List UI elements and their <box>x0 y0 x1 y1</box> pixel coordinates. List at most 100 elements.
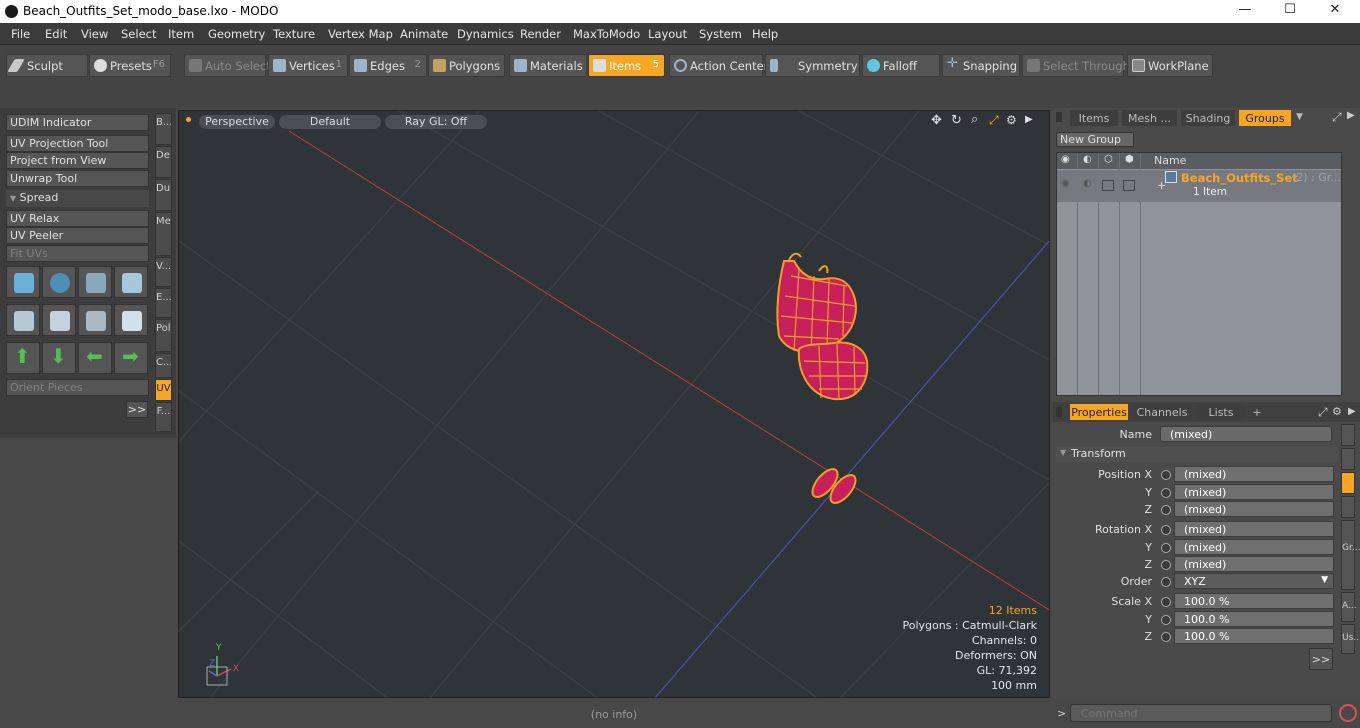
row-eye-icon[interactable]: ◉ <box>1061 178 1070 189</box>
minimize-button[interactable]: — <box>1230 2 1260 21</box>
side-tab-1[interactable] <box>1341 424 1355 446</box>
expand-arrow-icon[interactable]: ▶ <box>1025 114 1033 125</box>
menu-layout[interactable]: Layout <box>648 27 687 41</box>
uv-relax-button[interactable]: UV Relax <box>6 210 149 227</box>
align-left-button[interactable]: ⬅ <box>78 342 112 374</box>
snapping-button[interactable]: ✛ Snapping <box>942 54 1020 77</box>
group-name[interactable]: Beach_Outfits_Set <box>1181 171 1298 185</box>
tab-channels[interactable]: Channels <box>1132 404 1192 420</box>
tab-basic[interactable]: B... <box>155 113 172 145</box>
order-keyframe-dot[interactable] <box>1161 577 1171 587</box>
3d-viewport[interactable]: Y X Z Perspective Default Ray GL: Off ✥ … <box>178 110 1050 698</box>
tab-duplicate[interactable]: Du... <box>155 179 172 211</box>
side-tab-4[interactable] <box>1341 496 1355 518</box>
perspective-view-button[interactable]: Perspective <box>199 115 275 129</box>
scale-z-keyframe-dot[interactable] <box>1161 632 1171 642</box>
unwrap-tool-button[interactable]: Unwrap Tool <box>6 170 149 187</box>
items-button[interactable]: Items 5 <box>588 54 665 77</box>
pan-icon[interactable]: ✥ <box>931 113 942 128</box>
position-y-keyframe-dot[interactable] <box>1161 488 1171 498</box>
presets-button[interactable]: Presets F6 <box>89 54 171 77</box>
menu-animate[interactable]: Animate <box>400 27 448 41</box>
settings-gear-icon[interactable]: ⚙ <box>1332 405 1342 418</box>
fit-uvs-button[interactable]: Fit UVs <box>6 245 149 262</box>
rotation-z-field[interactable]: (mixed) <box>1174 556 1334 572</box>
rotation-z-keyframe-dot[interactable] <box>1161 560 1171 570</box>
position-x-keyframe-dot[interactable] <box>1161 470 1171 480</box>
new-group-button[interactable]: New Group <box>1056 132 1134 147</box>
side-tab-groups[interactable]: Gr... <box>1341 520 1360 590</box>
uv-projection-tool-button[interactable]: UV Projection Tool <box>6 135 149 152</box>
tab-groups[interactable]: Groups <box>1239 110 1291 126</box>
menu-texture[interactable]: Texture <box>273 27 315 41</box>
select-through-button[interactable]: Select Through <box>1022 54 1130 77</box>
tab-dropdown-icon[interactable]: ▼ <box>1296 112 1303 122</box>
sculpt-button[interactable]: Sculpt <box>6 54 88 77</box>
row-select-checkbox[interactable] <box>1123 180 1135 191</box>
align-up-button[interactable]: ⬆ <box>6 342 40 374</box>
tab-edge[interactable]: E... <box>155 288 172 318</box>
materials-button[interactable]: Materials <box>509 54 587 77</box>
auto-select-button[interactable]: Auto Select <box>184 54 271 77</box>
side-tab-active[interactable] <box>1341 472 1355 494</box>
tab-shading[interactable]: Shading <box>1181 110 1235 126</box>
udim-indicator-button[interactable]: UDIM Indicator <box>6 114 149 131</box>
side-tab-a[interactable]: A... <box>1341 592 1357 622</box>
drag-handle-icon[interactable] <box>1056 112 1062 122</box>
uv-box-button[interactable] <box>6 304 40 336</box>
menu-geometry[interactable]: Geometry <box>208 27 265 41</box>
position-z-keyframe-dot[interactable] <box>1161 505 1171 515</box>
order-dropdown[interactable]: XYZ ▼ <box>1174 573 1334 589</box>
render-icon[interactable]: ◐ <box>1083 154 1092 165</box>
transform-section-header[interactable]: ▼ Transform <box>1056 447 1338 462</box>
scale-x-keyframe-dot[interactable] <box>1161 597 1171 607</box>
scale-x-field[interactable]: 100.0 % <box>1174 593 1334 609</box>
vertices-button[interactable]: Vertices 1 <box>268 54 348 77</box>
position-y-field[interactable]: (mixed) <box>1174 484 1334 500</box>
menu-edit[interactable]: Edit <box>45 27 67 41</box>
uv-move-tool-button[interactable] <box>6 266 40 298</box>
falloff-button[interactable]: Falloff <box>862 54 940 77</box>
tab-uv[interactable]: UV <box>155 379 172 401</box>
uv-scale-tool-button[interactable] <box>78 266 112 298</box>
group-row[interactable]: ◉ ◐ + Beach_Outfits_Set (2) : Gr... 1 It… <box>1057 170 1341 202</box>
groups-scrollbar[interactable] <box>1343 152 1357 396</box>
menu-view[interactable]: View <box>81 27 108 41</box>
default-shading-button[interactable]: Default <box>279 115 381 129</box>
uv-peeler-button[interactable]: UV Peeler <box>6 227 149 244</box>
drag-handle-icon[interactable] <box>1056 407 1062 417</box>
tab-fusion[interactable]: F... <box>155 402 172 432</box>
raygl-button[interactable]: Ray GL: Off <box>385 115 487 129</box>
tab-mesh[interactable]: Mesh ... <box>1122 110 1177 126</box>
uv-transform-tool-button[interactable] <box>114 266 148 298</box>
beach-outfit-sandals-mesh[interactable] <box>808 465 860 507</box>
maximize-panel-icon[interactable]: ⤢ <box>1332 110 1342 125</box>
side-tab-us[interactable]: Us... <box>1341 624 1360 654</box>
menu-maxtomodo[interactable]: MaxToModo <box>573 27 640 41</box>
menu-select[interactable]: Select <box>121 27 156 41</box>
tab-items[interactable]: Items <box>1070 110 1118 126</box>
more-properties-button[interactable]: >> <box>1309 648 1333 670</box>
panel-expand-icon[interactable]: ▶ <box>1347 110 1355 121</box>
position-x-field[interactable]: (mixed) <box>1174 466 1334 482</box>
menu-item[interactable]: Item <box>168 27 194 41</box>
polygons-button[interactable]: Polygons <box>428 54 505 77</box>
panel-expand-icon[interactable]: ▶ <box>1348 406 1356 417</box>
side-tab-2[interactable] <box>1341 448 1355 470</box>
scale-z-field[interactable]: 100.0 % <box>1174 628 1334 644</box>
align-down-button[interactable]: ⬇ <box>42 342 76 374</box>
add-tab-button[interactable]: + <box>1250 404 1264 420</box>
align-right-button[interactable]: ➡ <box>114 342 148 374</box>
more-tools-button[interactable]: >> <box>126 401 148 418</box>
maximize-button[interactable]: ☐ <box>1275 2 1305 21</box>
settings-gear-icon[interactable]: ⚙ <box>1006 113 1017 127</box>
select-cube-icon[interactable]: ⬢ <box>1125 154 1134 165</box>
position-z-field[interactable]: (mixed) <box>1174 501 1334 517</box>
rotation-x-keyframe-dot[interactable] <box>1161 525 1171 535</box>
tab-vertex[interactable]: V... <box>155 257 172 287</box>
row-render-icon[interactable]: ◐ <box>1083 178 1092 189</box>
menu-help[interactable]: Help <box>752 27 778 41</box>
menu-system[interactable]: System <box>699 27 742 41</box>
zoom-icon[interactable]: ⌕ <box>971 112 978 127</box>
action-center-button[interactable]: Action Center <box>669 54 768 77</box>
